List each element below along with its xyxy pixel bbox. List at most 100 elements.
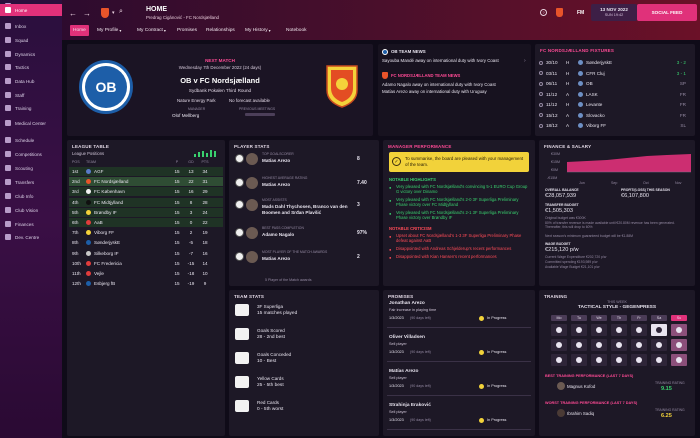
fixture-row[interactable]: 15/12 A Slovacko FR bbox=[539, 111, 691, 120]
table-row[interactable]: 7th Viborg FF 15 2 19 bbox=[69, 228, 223, 237]
player-stat-name[interactable]: Mads Dahl Thychosen, Branco van den Boom… bbox=[262, 204, 352, 215]
search-icon[interactable]: ⌕ bbox=[119, 8, 123, 16]
finance-graph[interactable] bbox=[567, 152, 691, 180]
sidebar-item-competitions[interactable]: Competitions bbox=[0, 148, 62, 160]
promise-name[interactable]: Strahinja Eraković bbox=[389, 403, 431, 408]
previous-meetings-bar[interactable] bbox=[245, 113, 275, 116]
date-box[interactable]: 13 NOV 2022 SUN 19:42 bbox=[591, 4, 637, 21]
player-stat-name[interactable]: Adamo Nagalo bbox=[262, 232, 352, 238]
sidebar-item-data-hub[interactable]: Data Hub bbox=[0, 75, 62, 87]
sidebar-item-squad[interactable]: Squad bbox=[0, 34, 62, 46]
sidebar-item-training[interactable]: Training bbox=[0, 102, 62, 114]
training-day-tu[interactable]: Tu bbox=[571, 315, 587, 321]
tab-notebook[interactable]: Notebook bbox=[283, 25, 310, 36]
training-session-cell[interactable] bbox=[591, 339, 607, 351]
training-session-cell[interactable] bbox=[591, 324, 607, 336]
sidebar-item-dev-centre[interactable]: Dev. Centre bbox=[0, 231, 62, 243]
criticism-item[interactable]: Upset about FC Nordsjælland's 1-3 3F Sup… bbox=[396, 233, 530, 243]
promise-name[interactable]: Jonathan Arezo bbox=[389, 301, 425, 306]
table-row[interactable]: 5th Brøndby IF 15 3 24 bbox=[69, 207, 223, 217]
training-style[interactable]: TACTICAL STYLE - GEGENPRESS bbox=[539, 305, 695, 310]
training-session-cell[interactable] bbox=[651, 324, 667, 336]
back-icon[interactable]: ← bbox=[69, 9, 77, 18]
training-session-cell[interactable] bbox=[551, 339, 567, 351]
fixture-row[interactable]: 06/11 H OB SP bbox=[539, 79, 691, 88]
chevron-down-icon[interactable]: ▾ bbox=[112, 10, 115, 16]
sidebar-item-inbox[interactable]: Inbox bbox=[0, 20, 62, 32]
criticism-item[interactable]: Disappointed with Kian Hansen's recent p… bbox=[396, 254, 530, 259]
header-team[interactable]: TEAM bbox=[86, 160, 170, 164]
ob-crest[interactable]: OB bbox=[79, 60, 133, 114]
player-stat-name[interactable]: Matías Arezo bbox=[262, 256, 352, 262]
training-session-cell[interactable] bbox=[591, 354, 607, 366]
tab-my-history[interactable]: My History ▾ bbox=[242, 25, 274, 36]
table-row[interactable]: 4th FC Midtjylland 15 8 28 bbox=[69, 197, 223, 207]
sidebar-item-medical-center[interactable]: Medical Center bbox=[0, 117, 62, 129]
training-session-cell[interactable] bbox=[551, 324, 567, 336]
sidebar-item-transfers[interactable]: Transfers bbox=[0, 176, 62, 188]
worst-player-name[interactable]: Ibrahim Sadiq bbox=[567, 411, 594, 416]
fm-icon[interactable]: FM bbox=[577, 10, 584, 16]
club-badge-icon[interactable] bbox=[556, 8, 563, 17]
league-positions-graph[interactable] bbox=[193, 148, 219, 158]
next-arrow-icon[interactable]: › bbox=[524, 58, 526, 64]
highlight-item[interactable]: Very pleased with FC Nordsjælland's conv… bbox=[396, 184, 530, 194]
fcn-news-line-1[interactable]: Adamo Nagalo away on international duty … bbox=[382, 82, 525, 87]
fixture-row[interactable]: 11/12 H Levante FR bbox=[539, 100, 691, 109]
table-row[interactable]: 1st AGF 15 13 34 bbox=[69, 167, 223, 176]
header-pts[interactable]: PTS bbox=[198, 160, 212, 164]
training-session-cell[interactable] bbox=[611, 354, 627, 366]
training-session-cell[interactable] bbox=[571, 339, 587, 351]
training-session-cell[interactable] bbox=[571, 324, 587, 336]
fcn-news-line-2[interactable]: Matías Arezo away on international duty … bbox=[382, 89, 525, 94]
header-gd[interactable]: GD bbox=[184, 160, 198, 164]
training-session-cell[interactable] bbox=[671, 339, 687, 351]
training-session-cell[interactable] bbox=[631, 339, 647, 351]
training-session-cell[interactable] bbox=[611, 339, 627, 351]
fixture-row[interactable]: 11/12 A LASK FR bbox=[539, 90, 691, 99]
best-player-name[interactable]: Magnus Kofod bbox=[567, 384, 595, 389]
training-session-cell[interactable] bbox=[651, 354, 667, 366]
training-session-cell[interactable] bbox=[571, 354, 587, 366]
training-day-su[interactable]: Su bbox=[671, 315, 687, 321]
sidebar-item-tactics[interactable]: Tactics bbox=[0, 61, 62, 73]
sidebar-item-scouting[interactable]: Scouting bbox=[0, 162, 62, 174]
promise-name[interactable]: Matías Arezo bbox=[389, 369, 418, 374]
sidebar-item-club-info[interactable]: Club Info bbox=[0, 190, 62, 202]
fcn-crest[interactable] bbox=[325, 62, 359, 108]
training-day-fr[interactable]: Fr bbox=[631, 315, 647, 321]
tab-promises[interactable]: Promises bbox=[174, 25, 200, 36]
help-icon[interactable]: ? bbox=[540, 9, 547, 16]
sidebar-item-staff[interactable]: Staff bbox=[0, 89, 62, 101]
training-session-cell[interactable] bbox=[631, 354, 647, 366]
header-p[interactable]: P bbox=[170, 160, 184, 164]
training-day-th[interactable]: Th bbox=[611, 315, 627, 321]
manager-name[interactable]: Olof Mellberg bbox=[172, 113, 199, 118]
header-pos[interactable]: POS bbox=[72, 160, 86, 164]
fixture-row[interactable]: 03/11 H CFR Cluj 3 - 1 bbox=[539, 69, 691, 78]
highlight-item[interactable]: Very pleased with FC Nordsjælland's 2-1 … bbox=[396, 210, 530, 220]
table-row[interactable]: 3rd FC København 15 16 29 bbox=[69, 187, 223, 197]
table-row[interactable]: 12th Esbjerg fB 15 -19 9 bbox=[69, 279, 223, 288]
highlight-item[interactable]: Very pleased with FC Nordsjælland's 2-0 … bbox=[396, 197, 530, 207]
training-session-cell[interactable] bbox=[631, 324, 647, 336]
ob-news-text[interactable]: Sayouba Mandé away on international duty… bbox=[382, 58, 525, 63]
fixture-row[interactable]: 18/12 A Viborg FF SL bbox=[539, 121, 691, 130]
tab-my-contract[interactable]: My Contract ▾ bbox=[134, 25, 169, 36]
table-row[interactable]: 11th Vejle 15 -18 10 bbox=[69, 269, 223, 278]
player-stat-name[interactable]: Matías Arezo bbox=[262, 182, 352, 188]
training-day-mo[interactable]: Mo bbox=[551, 315, 567, 321]
training-day-sa[interactable]: Sa bbox=[651, 315, 667, 321]
training-session-cell[interactable] bbox=[551, 354, 567, 366]
sidebar-item-home[interactable]: Home bbox=[0, 4, 62, 16]
training-session-cell[interactable] bbox=[671, 354, 687, 366]
club-crest-icon[interactable] bbox=[101, 8, 109, 18]
social-feed-button[interactable]: SOCIAL FEED bbox=[637, 4, 697, 21]
promise-name[interactable]: Oliver Villadsen bbox=[389, 335, 425, 340]
tab-relationships[interactable]: Relationships bbox=[203, 25, 238, 36]
sidebar-item-finances[interactable]: Finances bbox=[0, 218, 62, 230]
training-session-cell[interactable] bbox=[651, 339, 667, 351]
forward-icon[interactable]: → bbox=[83, 9, 91, 18]
table-row[interactable]: 9th Silkeborg IF 15 -7 16 bbox=[69, 249, 223, 258]
criticism-item[interactable]: Disappointed with Andreas Schjelderup's … bbox=[396, 246, 530, 251]
